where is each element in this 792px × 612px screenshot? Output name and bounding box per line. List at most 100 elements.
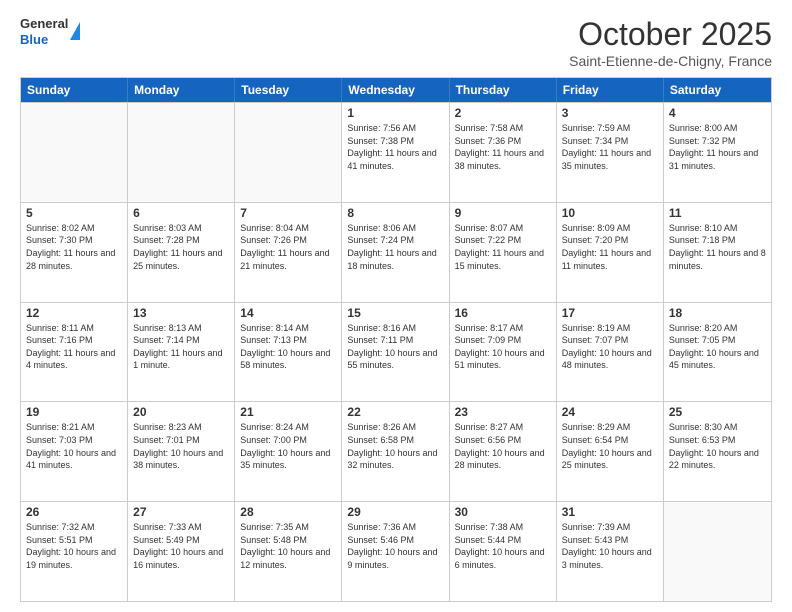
day-info: Sunrise: 7:32 AM Sunset: 5:51 PM Dayligh… — [26, 521, 122, 571]
calendar-cell: 7 Sunrise: 8:04 AM Sunset: 7:26 PM Daylig… — [235, 203, 342, 302]
month-title: October 2025 — [569, 16, 772, 53]
day-number: 4 — [669, 106, 766, 120]
day-number: 2 — [455, 106, 551, 120]
day-number: 3 — [562, 106, 658, 120]
day-info: Sunrise: 8:13 AM Sunset: 7:14 PM Dayligh… — [133, 322, 229, 372]
day-info: Sunrise: 7:36 AM Sunset: 5:46 PM Dayligh… — [347, 521, 443, 571]
day-number: 22 — [347, 405, 443, 419]
calendar-cell: 12 Sunrise: 8:11 AM Sunset: 7:16 PM Dayli… — [21, 303, 128, 402]
day-number: 7 — [240, 206, 336, 220]
logo-text: General Blue — [20, 16, 68, 47]
day-info: Sunrise: 8:17 AM Sunset: 7:09 PM Dayligh… — [455, 322, 551, 372]
day-info: Sunrise: 8:23 AM Sunset: 7:01 PM Dayligh… — [133, 421, 229, 471]
calendar-cell: 25Sunrise: 8:30 AM Sunset: 6:53 PM Dayli… — [664, 402, 771, 501]
day-info: Sunrise: 8:20 AM Sunset: 7:05 PM Dayligh… — [669, 322, 766, 372]
weekday-header: Thursday — [450, 78, 557, 102]
day-number: 16 — [455, 306, 551, 320]
page: General Blue October 2025 Saint-Etienne-… — [0, 0, 792, 612]
day-number: 17 — [562, 306, 658, 320]
day-info: Sunrise: 8:19 AM Sunset: 7:07 PM Dayligh… — [562, 322, 658, 372]
calendar-cell: 21 Sunrise: 8:24 AM Sunset: 7:00 PM Dayli… — [235, 402, 342, 501]
calendar: SundayMondayTuesdayWednesdayThursdayFrid… — [20, 77, 772, 602]
day-number: 26 — [26, 505, 122, 519]
calendar-row: 1Sunrise: 7:56 AM Sunset: 7:38 PM Daylig… — [21, 102, 771, 202]
calendar-row: 5 Sunrise: 8:02 AM Sunset: 7:30 PM Daylig… — [21, 202, 771, 302]
calendar-cell: 1Sunrise: 7:56 AM Sunset: 7:38 PM Daylig… — [342, 103, 449, 202]
day-info: Sunrise: 8:16 AM Sunset: 7:11 PM Dayligh… — [347, 322, 443, 372]
calendar-cell: 5 Sunrise: 8:02 AM Sunset: 7:30 PM Daylig… — [21, 203, 128, 302]
calendar-cell: 19 Sunrise: 8:21 AM Sunset: 7:03 PM Dayli… — [21, 402, 128, 501]
calendar-cell: 31 Sunrise: 7:39 AM Sunset: 5:43 PM Dayli… — [557, 502, 664, 601]
calendar-header: SundayMondayTuesdayWednesdayThursdayFrid… — [21, 78, 771, 102]
location: Saint-Etienne-de-Chigny, France — [569, 53, 772, 69]
day-info: Sunrise: 8:10 AM Sunset: 7:18 PM Dayligh… — [669, 222, 766, 272]
logo: General Blue — [20, 16, 80, 47]
day-number: 11 — [669, 206, 766, 220]
day-number: 28 — [240, 505, 336, 519]
day-info: Sunrise: 8:02 AM Sunset: 7:30 PM Dayligh… — [26, 222, 122, 272]
weekday-header: Tuesday — [235, 78, 342, 102]
day-number: 10 — [562, 206, 658, 220]
calendar-cell — [235, 103, 342, 202]
day-number: 9 — [455, 206, 551, 220]
calendar-cell: 4 Sunrise: 8:00 AM Sunset: 7:32 PM Daylig… — [664, 103, 771, 202]
calendar-cell: 23Sunrise: 8:27 AM Sunset: 6:56 PM Dayli… — [450, 402, 557, 501]
calendar-cell: 10 Sunrise: 8:09 AM Sunset: 7:20 PM Dayli… — [557, 203, 664, 302]
day-info: Sunrise: 7:39 AM Sunset: 5:43 PM Dayligh… — [562, 521, 658, 571]
day-number: 6 — [133, 206, 229, 220]
calendar-cell: 30 Sunrise: 7:38 AM Sunset: 5:44 PM Dayli… — [450, 502, 557, 601]
calendar-row: 26 Sunrise: 7:32 AM Sunset: 5:51 PM Dayli… — [21, 501, 771, 601]
day-number: 8 — [347, 206, 443, 220]
day-number: 13 — [133, 306, 229, 320]
calendar-cell: 15 Sunrise: 8:16 AM Sunset: 7:11 PM Dayli… — [342, 303, 449, 402]
day-number: 15 — [347, 306, 443, 320]
day-info: Sunrise: 7:38 AM Sunset: 5:44 PM Dayligh… — [455, 521, 551, 571]
weekday-header: Wednesday — [342, 78, 449, 102]
calendar-cell: 29Sunrise: 7:36 AM Sunset: 5:46 PM Dayli… — [342, 502, 449, 601]
day-number: 23 — [455, 405, 551, 419]
day-info: Sunrise: 8:29 AM Sunset: 6:54 PM Dayligh… — [562, 421, 658, 471]
day-info: Sunrise: 8:21 AM Sunset: 7:03 PM Dayligh… — [26, 421, 122, 471]
day-number: 31 — [562, 505, 658, 519]
day-info: Sunrise: 8:06 AM Sunset: 7:24 PM Dayligh… — [347, 222, 443, 272]
day-number: 1 — [347, 106, 443, 120]
day-info: Sunrise: 8:24 AM Sunset: 7:00 PM Dayligh… — [240, 421, 336, 471]
calendar-cell: 22 Sunrise: 8:26 AM Sunset: 6:58 PM Dayli… — [342, 402, 449, 501]
calendar-cell — [664, 502, 771, 601]
calendar-cell: 17 Sunrise: 8:19 AM Sunset: 7:07 PM Dayli… — [557, 303, 664, 402]
day-number: 27 — [133, 505, 229, 519]
day-info: Sunrise: 8:00 AM Sunset: 7:32 PM Dayligh… — [669, 122, 766, 172]
calendar-row: 19 Sunrise: 8:21 AM Sunset: 7:03 PM Dayli… — [21, 401, 771, 501]
header: General Blue October 2025 Saint-Etienne-… — [20, 16, 772, 69]
weekday-header: Saturday — [664, 78, 771, 102]
calendar-cell: 16 Sunrise: 8:17 AM Sunset: 7:09 PM Dayli… — [450, 303, 557, 402]
day-info: Sunrise: 7:59 AM Sunset: 7:34 PM Dayligh… — [562, 122, 658, 172]
day-number: 12 — [26, 306, 122, 320]
calendar-row: 12 Sunrise: 8:11 AM Sunset: 7:16 PM Dayli… — [21, 302, 771, 402]
calendar-cell: 27 Sunrise: 7:33 AM Sunset: 5:49 PM Dayli… — [128, 502, 235, 601]
calendar-cell — [21, 103, 128, 202]
day-number: 21 — [240, 405, 336, 419]
day-number: 24 — [562, 405, 658, 419]
day-info: Sunrise: 8:11 AM Sunset: 7:16 PM Dayligh… — [26, 322, 122, 372]
day-info: Sunrise: 7:35 AM Sunset: 5:48 PM Dayligh… — [240, 521, 336, 571]
calendar-cell: 3 Sunrise: 7:59 AM Sunset: 7:34 PM Daylig… — [557, 103, 664, 202]
day-info: Sunrise: 8:26 AM Sunset: 6:58 PM Dayligh… — [347, 421, 443, 471]
day-number: 20 — [133, 405, 229, 419]
day-number: 18 — [669, 306, 766, 320]
day-info: Sunrise: 8:09 AM Sunset: 7:20 PM Dayligh… — [562, 222, 658, 272]
day-number: 19 — [26, 405, 122, 419]
day-info: Sunrise: 7:33 AM Sunset: 5:49 PM Dayligh… — [133, 521, 229, 571]
weekday-header: Friday — [557, 78, 664, 102]
calendar-cell: 8 Sunrise: 8:06 AM Sunset: 7:24 PM Daylig… — [342, 203, 449, 302]
calendar-cell: 2Sunrise: 7:58 AM Sunset: 7:36 PM Daylig… — [450, 103, 557, 202]
day-number: 5 — [26, 206, 122, 220]
day-number: 30 — [455, 505, 551, 519]
calendar-cell: 13 Sunrise: 8:13 AM Sunset: 7:14 PM Dayli… — [128, 303, 235, 402]
day-info: Sunrise: 8:04 AM Sunset: 7:26 PM Dayligh… — [240, 222, 336, 272]
day-info: Sunrise: 8:14 AM Sunset: 7:13 PM Dayligh… — [240, 322, 336, 372]
calendar-cell: 14Sunrise: 8:14 AM Sunset: 7:13 PM Dayli… — [235, 303, 342, 402]
calendar-cell: 24 Sunrise: 8:29 AM Sunset: 6:54 PM Dayli… — [557, 402, 664, 501]
calendar-body: 1Sunrise: 7:56 AM Sunset: 7:38 PM Daylig… — [21, 102, 771, 601]
day-info: Sunrise: 8:07 AM Sunset: 7:22 PM Dayligh… — [455, 222, 551, 272]
